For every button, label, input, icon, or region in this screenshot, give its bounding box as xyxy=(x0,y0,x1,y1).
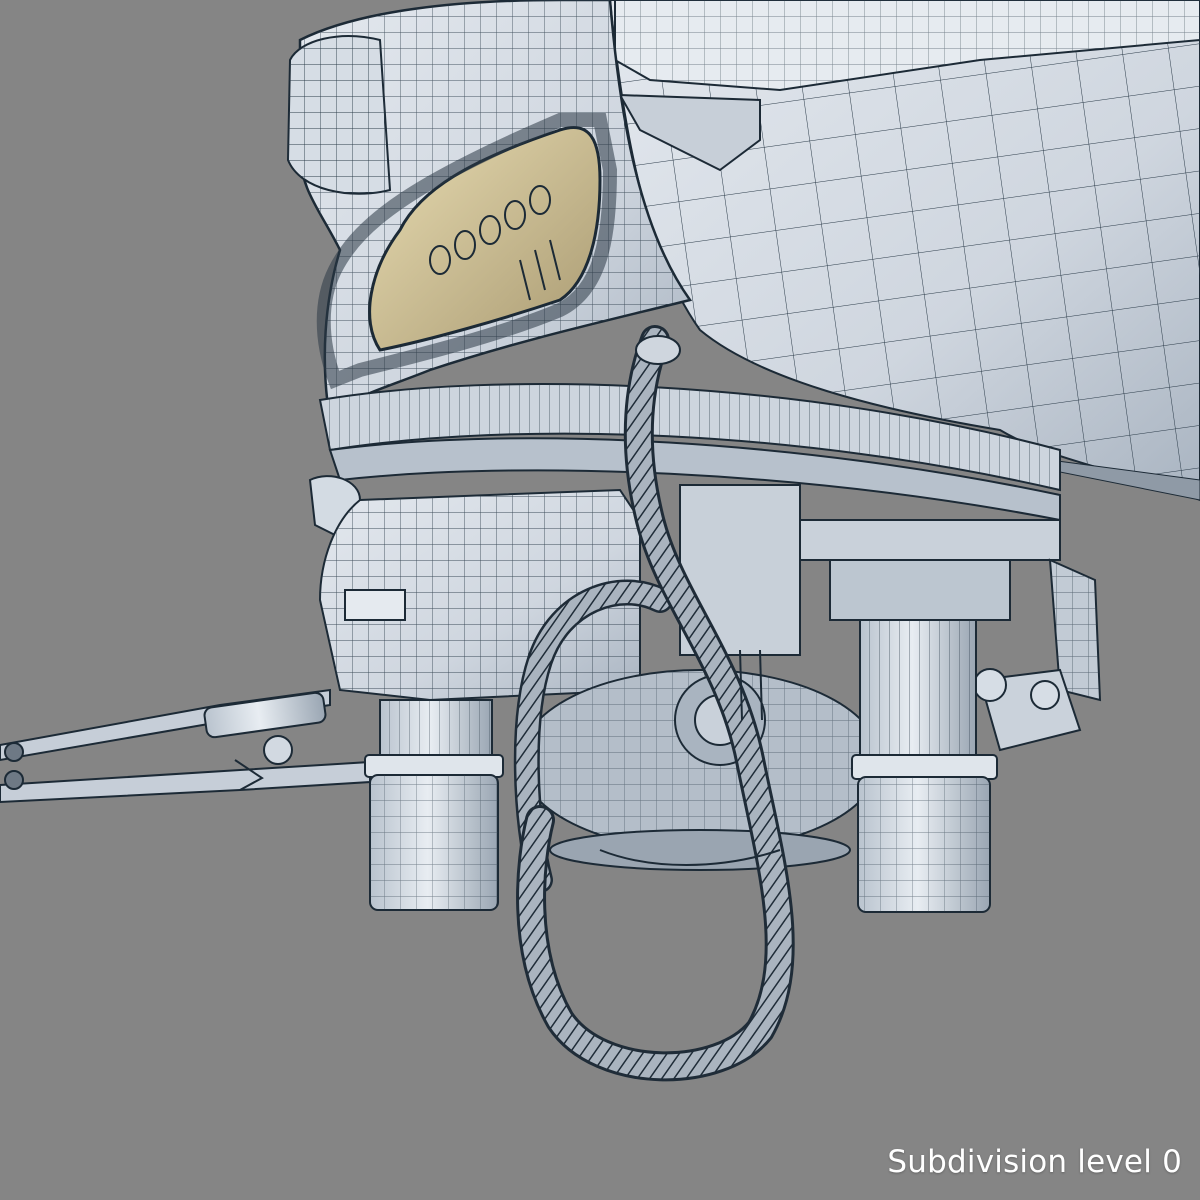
right-actuator xyxy=(973,668,1082,752)
subdivision-level-caption: Subdivision level 0 xyxy=(887,1144,1182,1180)
left-canister xyxy=(364,699,504,911)
boom-arms xyxy=(0,688,371,804)
render-viewport xyxy=(0,0,1200,1082)
right-canister xyxy=(851,619,998,913)
